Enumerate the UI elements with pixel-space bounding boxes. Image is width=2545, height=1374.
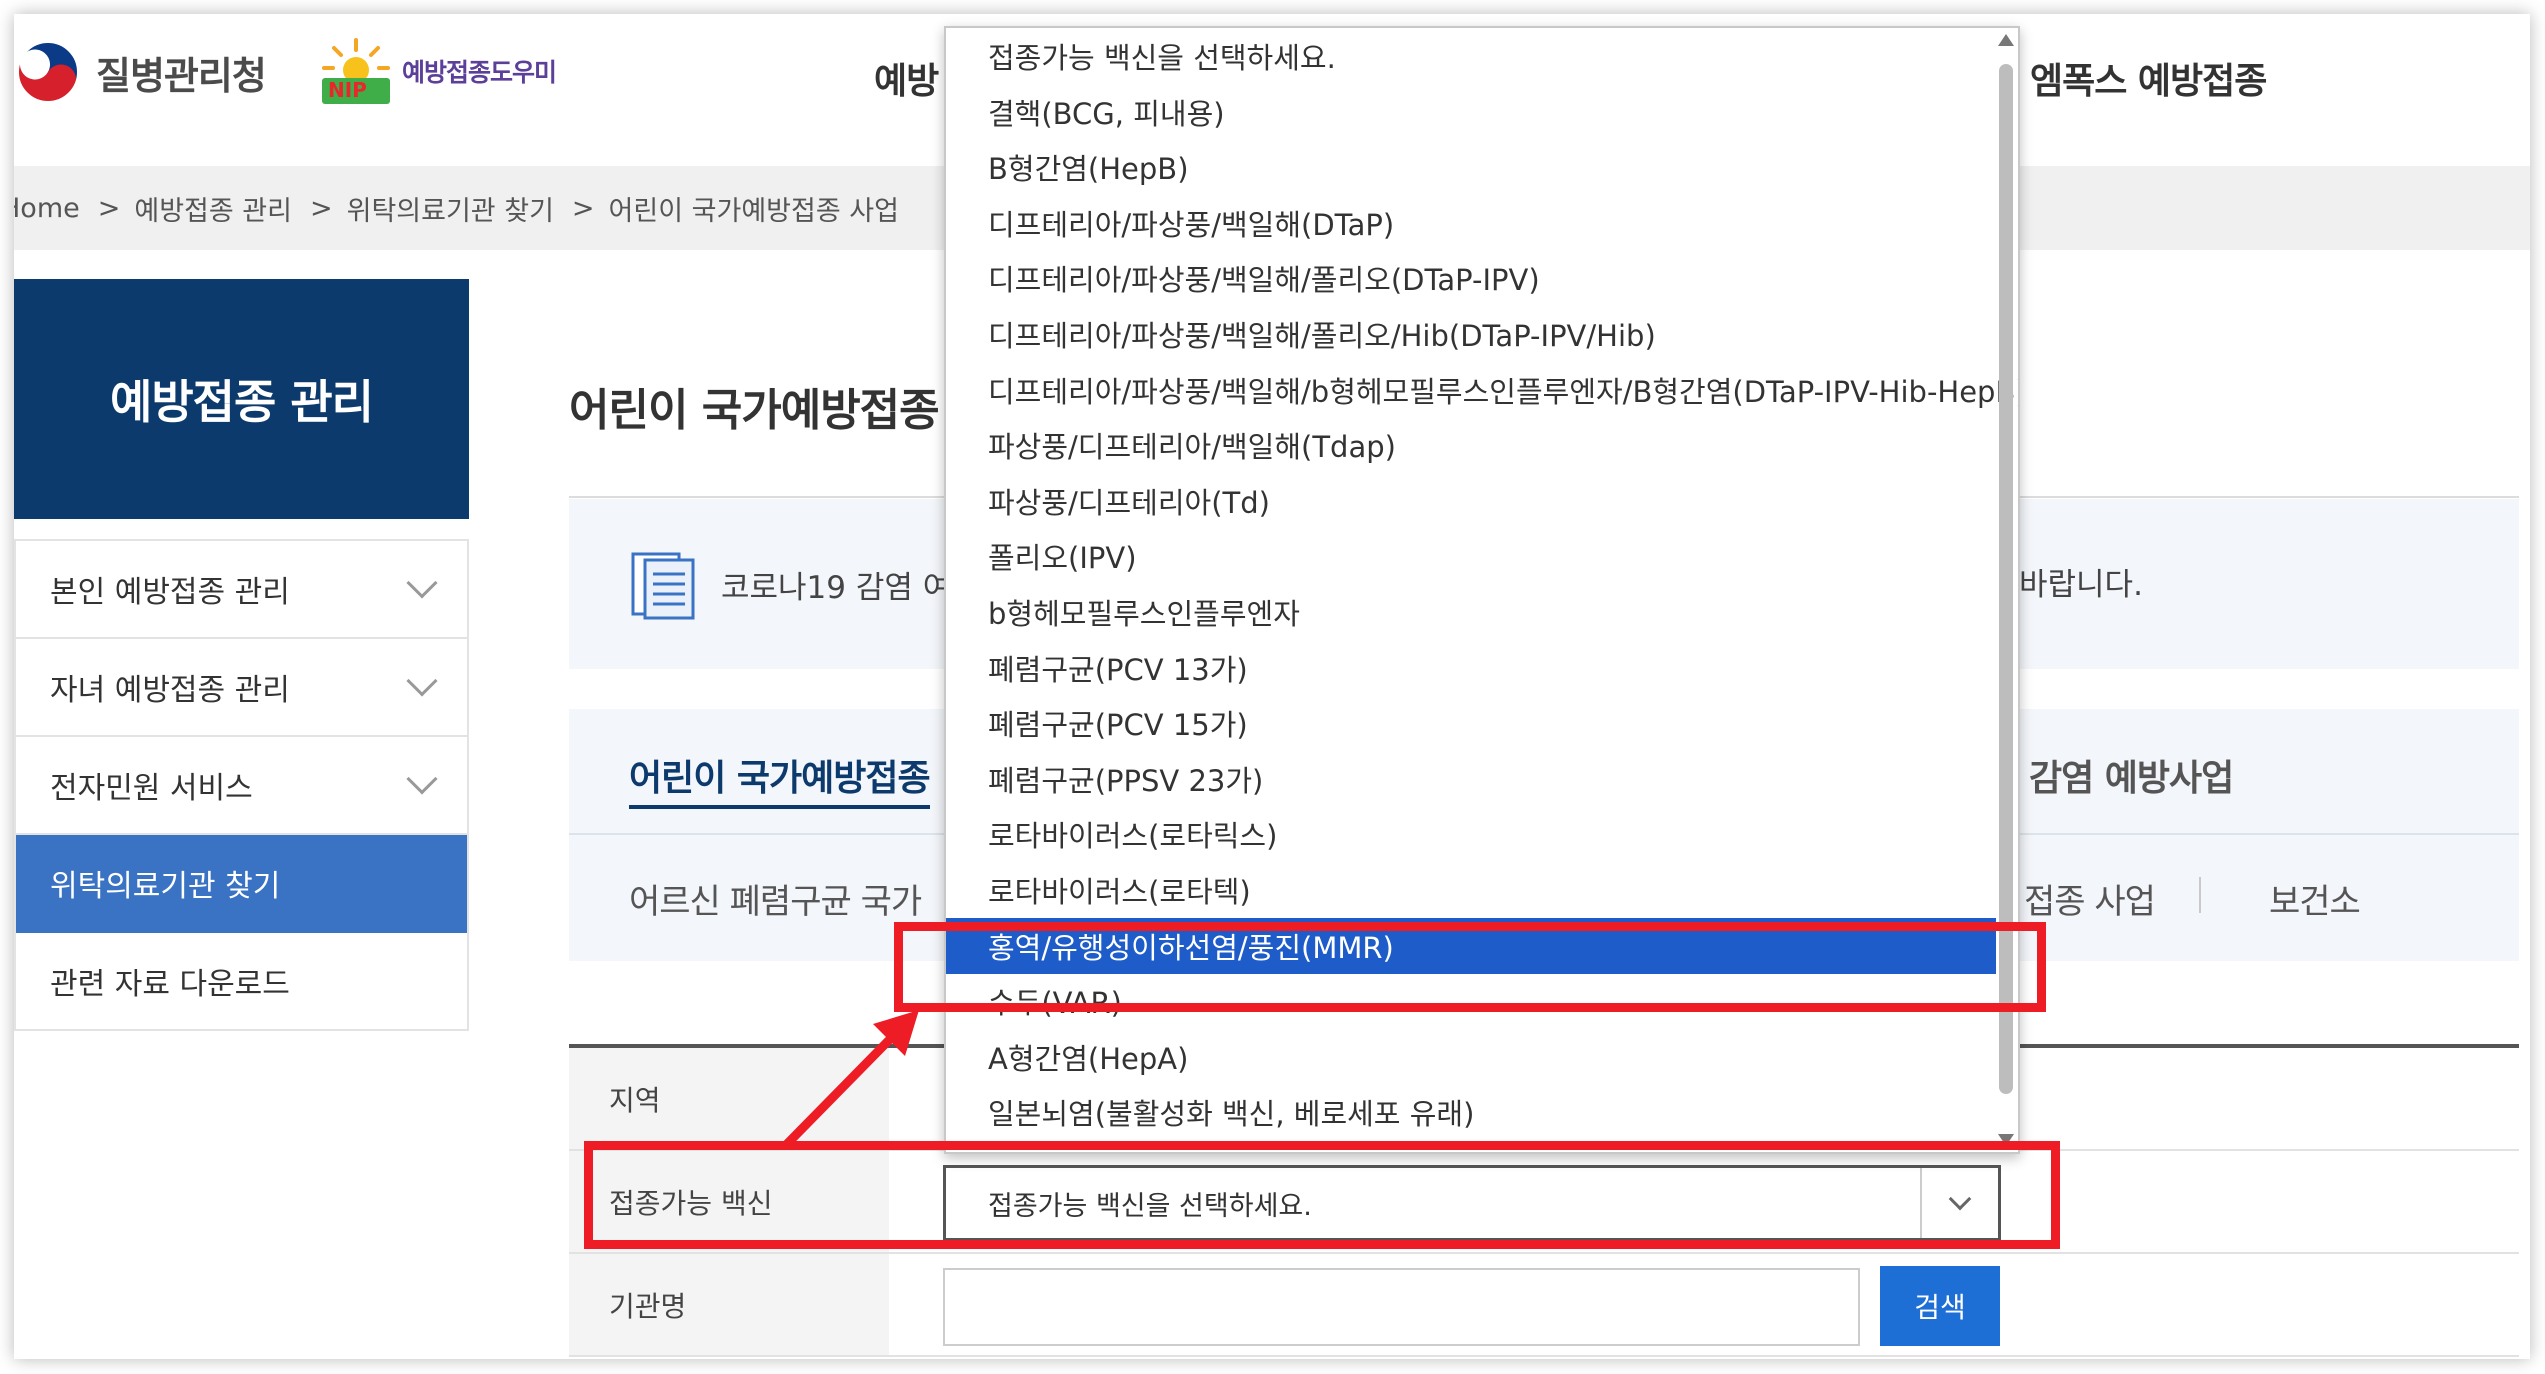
sidebar: 예방접종 관리 본인 예방접종 관리 자녀 예방접종 관리 전자민원 서비스 위… [14,279,469,1031]
notice-text-end: 바랍니다. [2019,567,2143,603]
sidebar-item-child-vaccination[interactable]: 자녀 예방접종 관리 [16,639,467,737]
sidebar-title: 예방접종 관리 [14,279,469,519]
tab-divider [2199,877,2201,913]
screenshot-frame: 질병관리청 NIP 예방접종도우미 예방 엠폭스 예방접종 ome > 예방접종… [14,14,2530,1359]
kdca-logo[interactable]: 질병관리청 [16,40,267,104]
nip-badge-text: NIP [328,78,367,102]
dropdown-option[interactable]: 디프테리아/파상풍/백일해/폴리오(DTaP-IPV) [946,250,1996,306]
institution-input[interactable] [943,1268,1860,1346]
breadcrumb-home[interactable]: Home [14,193,80,224]
chevron-down-icon [406,763,438,795]
sidebar-item-my-vaccination[interactable]: 본인 예방접종 관리 [16,541,467,639]
dropdown-option[interactable]: 폴리오(IPV) [946,528,1996,584]
dropdown-option[interactable]: 접종가능 백신을 선택하세요. [946,28,1996,84]
nip-logo[interactable]: NIP 예방접종도우미 [318,36,557,106]
dropdown-option[interactable]: 로타바이러스(로타릭스) [946,806,1996,862]
org-name: 질병관리청 [96,53,267,98]
nip-sun-icon: NIP [318,36,394,106]
tab-health-center[interactable]: 보건소 [2269,874,2361,923]
chevron-down-icon [406,567,438,599]
breadcrumb-separator: > [309,192,333,224]
search-button[interactable]: 검색 [1880,1266,2000,1346]
tab-infection-prevention[interactable]: 감염 예방사업 [2029,749,2234,801]
tab-child-vaccination[interactable]: 어린이 국가예방접종 [629,749,931,809]
highlight-box-mmr-option [894,922,2046,1012]
dropdown-option[interactable]: 일본뇌염(불활성화 백신, 베로세포 유래) [946,1084,1996,1140]
sidebar-item-downloads[interactable]: 관련 자료 다운로드 [16,933,467,1031]
sidebar-item-find-clinic[interactable]: 위탁의료기관 찾기 [16,835,467,933]
taegeuk-emblem-icon [16,40,80,104]
sidebar-item-label: 본인 예방접종 관리 [50,575,290,610]
dropdown-option[interactable]: B형간염(HepB) [946,139,1996,195]
sidebar-item-label: 전자민원 서비스 [50,771,253,806]
annotation-arrow-icon [782,1010,919,1149]
institution-label: 기관명 [569,1254,889,1355]
page-title: 어린이 국가예방접종 [569,385,940,436]
dropdown-option[interactable]: 로타바이러스(로타텍) [946,862,1996,918]
dropdown-option[interactable]: 폐렴구균(PCV 15가) [946,695,1996,751]
dropdown-option[interactable]: 폐렴구균(PCV 13가) [946,640,1996,696]
sidebar-item-label: 관련 자료 다운로드 [50,967,290,1002]
dropdown-option[interactable]: 파상풍/디프테리아(Td) [946,473,1996,529]
sidebar-item-label: 자녀 예방접종 관리 [50,673,290,708]
form-row-institution: 기관명 검색 [569,1254,2519,1357]
tab-vaccination-program[interactable]: 접종 사업 [2024,874,2156,923]
dropdown-option[interactable]: 폐렴구균(PPSV 23가) [946,751,1996,807]
breadcrumb-vaccination-management[interactable]: 예방접종 관리 [134,189,292,228]
tab-senior-pneumococcal[interactable]: 어르신 폐렴구균 국가 [629,874,922,923]
document-icon [629,546,699,622]
nip-label: 예방접종도우미 [402,58,557,87]
dropdown-option[interactable]: 디프테리아/파상풍/백일해/폴리오/Hib(DTaP-IPV/Hib) [946,306,1996,362]
sidebar-menu: 본인 예방접종 관리 자녀 예방접종 관리 전자민원 서비스 위탁의료기관 찾기… [14,539,469,1031]
chevron-down-icon [406,665,438,697]
scroll-up-arrow-icon[interactable] [1998,34,2014,46]
highlight-box-vaccine-select [584,1141,2060,1249]
breadcrumb-separator: > [97,192,121,224]
dropdown-option[interactable]: 디프테리아/파상풍/백일해(DTaP) [946,195,1996,251]
dropdown-option[interactable]: b형헤모필루스인플루엔자 [946,584,1996,640]
sidebar-item-label: 위탁의료기관 찾기 [50,869,281,904]
dropdown-option[interactable]: 파상풍/디프테리아/백일해(Tdap) [946,417,1996,473]
dropdown-option[interactable]: 디프테리아/파상풍/백일해/b형헤모필루스인플루엔자/B형간염(DTaP-IPV… [946,362,2018,418]
breadcrumb-find-clinic[interactable]: 위탁의료기관 찾기 [347,189,554,228]
sidebar-item-e-civil-service[interactable]: 전자민원 서비스 [16,737,467,835]
dropdown-option[interactable]: A형간염(HepA) [946,1029,1996,1085]
dropdown-option[interactable]: 결핵(BCG, 피내용) [946,84,1996,140]
notice-text: 코로나19 감염 여 [721,569,952,606]
